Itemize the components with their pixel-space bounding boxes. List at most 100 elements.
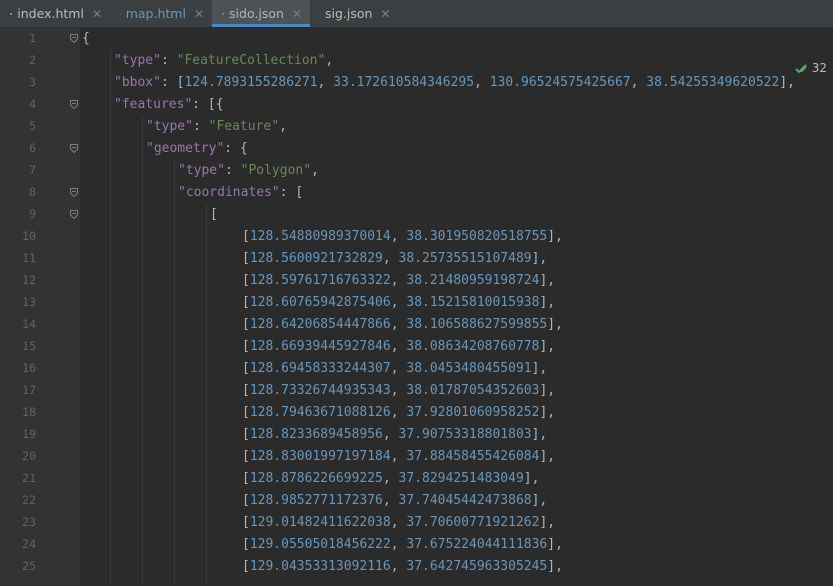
code-token: 128.8786226699225 xyxy=(249,471,383,486)
code-token: 37.92801060958252 xyxy=(406,405,540,420)
gutter-line: 5 xyxy=(0,116,80,138)
code-token: 38.54255349620522 xyxy=(646,75,780,90)
code-token: 128.5600921732829 xyxy=(249,251,383,266)
code-token: [ xyxy=(242,339,250,354)
code-token: , xyxy=(390,559,407,574)
code-line: [128.79463671088126, 37.92801060958252], xyxy=(242,402,555,424)
fold-marker-icon[interactable] xyxy=(70,188,78,197)
code-token: 37.90753318801803 xyxy=(398,427,532,442)
code-token: ], xyxy=(547,559,563,574)
inspection-widget[interactable]: 32 xyxy=(795,61,827,75)
code-token: , xyxy=(390,229,407,244)
close-tab-icon[interactable]: ✕ xyxy=(292,7,302,21)
code-token: "coordinates" xyxy=(178,185,280,200)
editor-tab-bar: Hindex.html✕Hmap.html✕{}sido.json✕{}sig.… xyxy=(0,0,833,28)
code-line: [128.5600921732829, 38.25735515107489], xyxy=(242,248,547,270)
fold-marker-icon[interactable] xyxy=(70,144,78,153)
line-number: 6 xyxy=(29,141,36,155)
code-token: , xyxy=(390,295,407,310)
close-tab-icon[interactable]: ✕ xyxy=(92,7,102,21)
line-number: 24 xyxy=(22,537,36,551)
line-number-gutter[interactable]: 1 2 3 4 5 6 7 8 9 10 11 12 13 14 15 16 17 18 19 20 21 22 23 24 2… xyxy=(0,27,80,586)
code-token: , xyxy=(325,53,334,68)
code-line: [129.05505018456222, 37.675224044111836]… xyxy=(242,534,563,556)
code-token: 128.83001997197184 xyxy=(249,449,391,464)
code-token: 128.59761716763322 xyxy=(249,273,391,288)
code-token: 129.04353313092116 xyxy=(249,559,391,574)
code-line: "bbox": [124.7893155286271, 33.172610584… xyxy=(114,72,795,94)
tab-map-html[interactable]: Hmap.html ✕ xyxy=(110,0,212,27)
code-token: 37.74045442473868 xyxy=(398,493,532,508)
code-token: 128.66939445927846 xyxy=(249,339,391,354)
tab-index-html[interactable]: Hindex.html ✕ xyxy=(0,0,110,27)
code-line: "features": [{ xyxy=(114,94,224,116)
gutter-line: 4 xyxy=(0,94,80,116)
code-line: [128.60765942875406, 38.15215810015938], xyxy=(242,292,555,314)
close-tab-icon[interactable]: ✕ xyxy=(380,7,390,21)
gutter-line: 2 xyxy=(0,50,80,72)
line-number: 1 xyxy=(29,31,36,45)
indent-guide xyxy=(110,50,111,586)
html-file-icon: H xyxy=(10,12,12,15)
code-token: ], xyxy=(531,493,548,508)
close-tab-icon[interactable]: ✕ xyxy=(194,7,204,21)
code-token: , xyxy=(390,449,407,464)
code-token: , xyxy=(382,471,399,486)
line-number: 4 xyxy=(29,97,36,111)
code-line: [128.83001997197184, 37.88458455426084], xyxy=(242,446,555,468)
code-token: "Feature" xyxy=(208,119,280,134)
code-token: [ xyxy=(242,427,250,442)
code-token: 38.25735515107489 xyxy=(398,251,532,266)
gutter-line: 25 xyxy=(0,556,80,578)
code-line: [129.04353313092116, 37.642745963305245]… xyxy=(242,556,563,578)
code-token: : xyxy=(192,119,209,134)
inspection-count: 32 xyxy=(811,61,827,75)
gutter-line: 15 xyxy=(0,336,80,358)
code-token: [ xyxy=(242,559,250,574)
code-token: [ xyxy=(242,537,250,552)
code-line: [128.54880989370014, 38.301950820518755]… xyxy=(242,226,563,248)
line-number: 17 xyxy=(22,383,36,397)
code-token: "type" xyxy=(178,163,225,178)
gutter-line: 16 xyxy=(0,358,80,380)
code-token: 37.8294251483049 xyxy=(398,471,524,486)
code-token: 38.21480959198724 xyxy=(406,273,540,288)
code-token: : xyxy=(160,53,177,68)
line-number: 5 xyxy=(29,119,36,133)
code-line: { xyxy=(82,28,90,50)
code-token: , xyxy=(390,537,407,552)
gutter-line: 1 xyxy=(0,28,80,50)
tab-label: sig.json xyxy=(325,6,373,21)
gutter-line: 9 xyxy=(0,204,80,226)
code-token: : xyxy=(224,163,241,178)
fold-marker-icon[interactable] xyxy=(70,34,78,43)
code-token: 38.301950820518755 xyxy=(406,229,548,244)
code-line: [129.01482411622038, 37.70600771921262], xyxy=(242,512,555,534)
code-token: [ xyxy=(242,493,250,508)
tab-sig-json[interactable]: {}sig.json✕ xyxy=(310,0,394,27)
line-number: 22 xyxy=(22,493,36,507)
code-token: : [ xyxy=(160,75,185,90)
code-line: [128.73326744935343, 38.01787054352603], xyxy=(242,380,555,402)
code-token: "bbox" xyxy=(114,75,161,90)
code-token: ], xyxy=(523,471,540,486)
line-number: 21 xyxy=(22,471,36,485)
fold-marker-icon[interactable] xyxy=(70,100,78,109)
gutter-line: 19 xyxy=(0,424,80,446)
tab-sido-json[interactable]: {} sido.json ✕ xyxy=(212,0,310,27)
code-line: [128.8786226699225, 37.8294251483049], xyxy=(242,468,539,490)
ide-window: Hindex.html✕Hmap.html✕{}sido.json✕{}sig.… xyxy=(0,0,833,586)
gutter-line: 11 xyxy=(0,248,80,270)
indent-guide xyxy=(174,160,175,586)
code-token: 128.79463671088126 xyxy=(249,405,391,420)
code-token: , xyxy=(390,317,407,332)
tab-label: sido.json xyxy=(229,6,284,21)
code-line: [128.8233689458956, 37.90753318801803], xyxy=(242,424,547,446)
code-token: "Polygon" xyxy=(240,163,312,178)
line-number: 23 xyxy=(22,515,36,529)
code-token: , xyxy=(630,75,647,90)
code-token: , xyxy=(390,339,407,354)
fold-marker-icon[interactable] xyxy=(70,210,78,219)
code-token: , xyxy=(317,75,334,90)
code-editor[interactable]: 32 {"type": "FeatureCollection", "bbox": … xyxy=(80,27,833,586)
